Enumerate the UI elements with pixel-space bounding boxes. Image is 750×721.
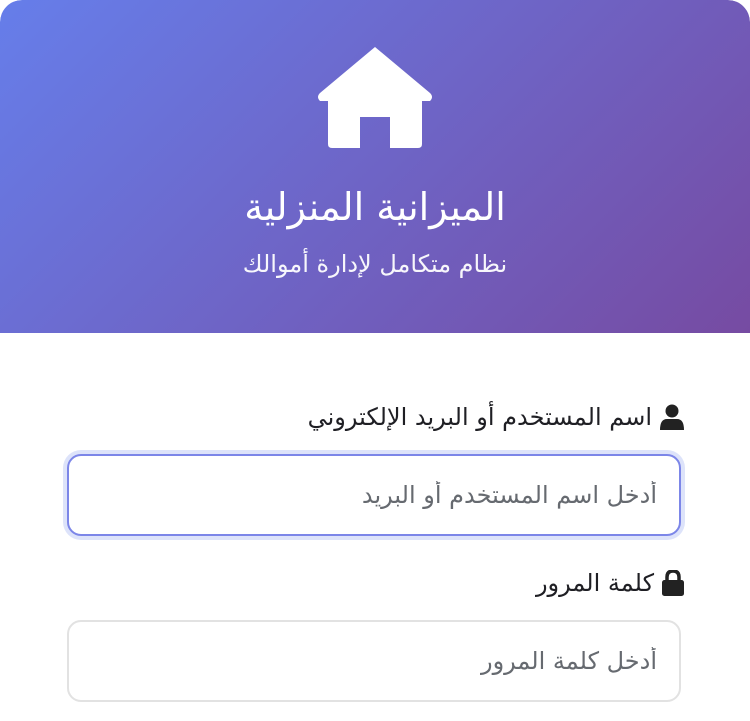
app-subtitle: نظام متكامل لإدارة أموالك xyxy=(242,250,508,278)
password-input[interactable] xyxy=(67,620,681,702)
brand-header: الميزانية المنزلية نظام متكامل لإدارة أم… xyxy=(0,0,750,333)
username-label-text: اسم المستخدم أو البريد الإلكتروني xyxy=(307,403,652,431)
username-input[interactable] xyxy=(67,454,681,536)
user-icon xyxy=(660,404,684,430)
login-card: الميزانية المنزلية نظام متكامل لإدارة أم… xyxy=(0,0,750,721)
home-icon xyxy=(318,47,432,148)
password-label: كلمة المرور xyxy=(536,569,684,597)
username-label: اسم المستخدم أو البريد الإلكتروني xyxy=(308,403,684,431)
app-title: الميزانية المنزلية xyxy=(244,185,506,229)
password-label-text: كلمة المرور xyxy=(535,569,654,597)
lock-icon xyxy=(662,570,684,596)
